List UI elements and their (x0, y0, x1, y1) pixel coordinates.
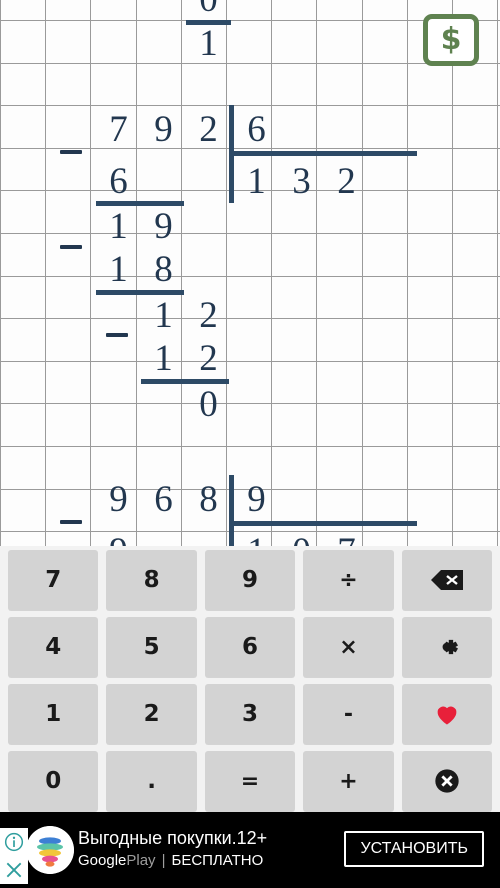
key-1-label: 1 (45, 701, 62, 727)
close-icon[interactable] (4, 860, 24, 880)
close-circle-icon (435, 769, 459, 793)
keypad-row: 4 5 6 × (4, 617, 496, 677)
key-minus-label: - (343, 701, 353, 727)
key-5[interactable]: 5 (106, 617, 197, 677)
heart-icon (437, 706, 457, 725)
key-minus[interactable]: - (303, 684, 394, 744)
p1-step5-v1: 2 (199, 338, 218, 379)
key-6-label: 6 (242, 634, 259, 660)
handwriting-layer: 0 1 7 9 2 6 1 3 2 6 1 9 1 8 1 2 1 2 (0, 0, 500, 546)
key-plus-label: + (339, 768, 358, 794)
key-7[interactable]: 7 (8, 550, 99, 610)
p2-quotient-d0: 1 (234, 530, 279, 546)
p2-quotient-d1: 0 (279, 530, 324, 546)
p1-step5-v0: 1 (154, 338, 173, 379)
p1-dividend-d0: 7 (109, 109, 128, 150)
p1-division-horizontal-rule (229, 151, 417, 156)
p1-step5-minus (106, 333, 128, 337)
worksheet-canvas[interactable]: 0 1 7 9 2 6 1 3 2 6 1 9 1 8 1 2 1 2 (0, 0, 500, 546)
remove-ads-button[interactable]: $ (423, 14, 479, 66)
p1-step3-minus (60, 245, 82, 249)
backspace-icon (430, 570, 463, 590)
ad-store-google: Google (78, 852, 127, 869)
gear-icon (442, 639, 458, 655)
key-plus[interactable]: + (303, 751, 394, 811)
p1-quotient-d0: 1 (247, 161, 266, 202)
key-favorite[interactable] (401, 684, 493, 744)
p2-step1-v0: 9 (96, 530, 141, 546)
key-multiply[interactable]: × (303, 617, 394, 677)
p1-step1-v0: 6 (109, 161, 128, 202)
p1-step4-v1: 2 (199, 295, 218, 336)
key-decimal-label: . (147, 768, 156, 794)
fraction-denominator: 1 (199, 23, 218, 64)
p1-step1-minus (60, 150, 82, 154)
key-multiply-label: × (339, 634, 358, 660)
key-9[interactable]: 9 (204, 550, 296, 610)
p1-dividend-d1: 9 (154, 109, 173, 150)
key-1[interactable]: 1 (8, 684, 99, 744)
p1-dividend-d2: 2 (199, 109, 218, 150)
key-0[interactable]: 0 (8, 751, 99, 811)
ad-banner[interactable]: Выгодные покупки.12+ GooglePlay | БЕСПЛАТН… (0, 812, 500, 888)
key-5-label: 5 (143, 634, 160, 660)
info-icon[interactable] (4, 832, 24, 852)
shopping-app-logo (26, 826, 74, 874)
ad-badges (0, 828, 28, 884)
keypad-row: 0. = + (4, 751, 496, 811)
ad-install-button[interactable]: УСТАНОВИТЬ (344, 831, 484, 867)
ad-separator: | (161, 852, 166, 869)
ad-subtitle: GooglePlay | БЕСПЛАТНО (78, 850, 267, 872)
key-8-label: 8 (143, 567, 160, 593)
ad-store-play: Play (126, 852, 156, 869)
p1-quotient-d1: 3 (292, 161, 311, 202)
key-9-label: 9 (242, 567, 259, 593)
p1-divisor: 6 (247, 109, 266, 150)
p1-step3-v1: 8 (154, 249, 173, 290)
p1-step2-v1: 9 (154, 206, 173, 247)
p2-divisor: 9 (247, 479, 266, 520)
ad-price: БЕСПЛАТНО (171, 852, 264, 869)
p2-quotient-d2: 7 (324, 530, 369, 546)
key-7-label: 7 (45, 567, 62, 593)
p1-step3-v0: 1 (109, 249, 128, 290)
ad-title: Выгодные покупки.12+ (78, 828, 268, 848)
numeric-keypad: 7 8 9 ÷ 4 5 6 × 1 2 3 - 0. = + (0, 546, 500, 812)
fraction-numerator: 0 (186, 0, 231, 21)
p2-division-horizontal-rule (229, 521, 417, 526)
key-4[interactable]: 4 (8, 617, 99, 677)
key-decimal[interactable]: . (106, 751, 197, 811)
key-settings[interactable] (401, 617, 493, 677)
p2-dividend-d1: 6 (154, 479, 173, 520)
p1-quotient-d2: 2 (337, 161, 356, 202)
dollar-icon: $ (440, 22, 462, 57)
key-2-label: 2 (143, 701, 160, 727)
key-4-label: 4 (45, 634, 62, 660)
key-8[interactable]: 8 (106, 550, 197, 610)
key-clear[interactable] (401, 751, 493, 811)
p2-dividend-d0: 9 (109, 479, 128, 520)
keypad-row: 7 8 9 ÷ (4, 550, 496, 610)
key-6[interactable]: 6 (204, 617, 296, 677)
key-equals-label: = (240, 768, 260, 794)
p2-dividend-d2: 8 (199, 479, 218, 520)
p1-remainder: 0 (199, 384, 218, 425)
p1-step4-v0: 1 (154, 295, 173, 336)
p1-step2-v0: 1 (109, 206, 128, 247)
key-backspace[interactable] (401, 550, 493, 610)
key-3[interactable]: 3 (204, 684, 296, 744)
key-divide-label: ÷ (339, 567, 358, 593)
key-3-label: 3 (242, 701, 259, 727)
keypad-row: 1 2 3 - (4, 684, 496, 744)
key-divide[interactable]: ÷ (303, 550, 394, 610)
key-equals[interactable]: = (204, 751, 296, 811)
ad-text-block: Выгодные покупки.12+ GooglePlay | БЕСПЛАТН… (78, 826, 267, 872)
ad-app-icon (26, 826, 74, 874)
p2-step1-minus (60, 520, 82, 524)
key-0-label: 0 (45, 768, 62, 794)
key-2[interactable]: 2 (106, 684, 197, 744)
